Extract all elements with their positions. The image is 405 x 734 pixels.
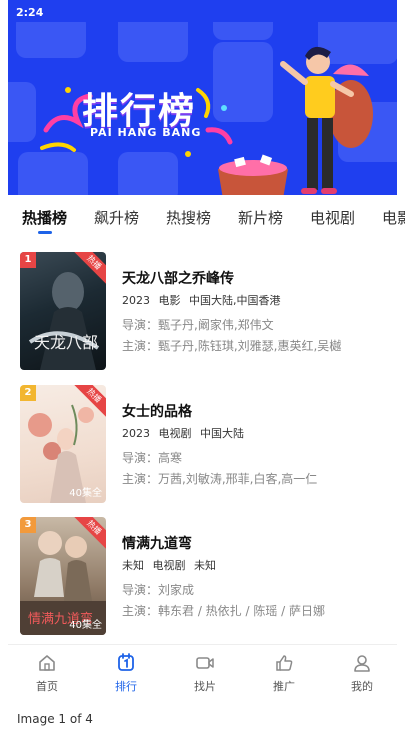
tab-hot-search[interactable]: 热搜榜 [166, 207, 211, 228]
movie-meta: 2023 电影 中国大陆,中国香港 [122, 292, 392, 310]
movie-cast: 主演：韩东君 / 热依扎 / 陈瑶 / 萨日娜 [122, 604, 326, 618]
nav-home-label: 首页 [36, 680, 58, 693]
movie-poster[interactable]: 天龙八部 1 热播 [20, 252, 106, 370]
movie-genre: 电视剧 [152, 559, 186, 572]
movie-info: 女士的品格 2023 电视剧 中国大陆 导演：高寒 主演：万茜,刘敏涛,邢菲,白… [122, 401, 392, 488]
movie-meta: 2023 电视剧 中国大陆 [122, 425, 392, 443]
rank-badge: 2 [20, 385, 36, 401]
movie-region: 未知 [194, 559, 216, 572]
movie-title[interactable]: 情满九道弯 [122, 533, 392, 555]
user-icon [354, 655, 370, 672]
active-tab-indicator [38, 231, 52, 234]
home-icon [39, 655, 55, 671]
movie-cast: 主演：甄子丹,陈钰琪,刘雅瑟,惠英红,吴樾 [122, 339, 342, 353]
nav-find[interactable]: 找片 [175, 653, 235, 694]
movie-list-item[interactable]: 天龙八部 1 热播 天龙八部之乔峰传 2023 电影 中国大陆,中国香港 导演：… [8, 252, 397, 370]
nav-ranking-label: 排行 [115, 680, 137, 693]
nav-home[interactable]: 首页 [17, 653, 77, 694]
movie-director: 导演：甄子丹,阚家伟,郑伟文 [122, 318, 274, 332]
banner-tile [8, 82, 36, 142]
rank-badge: 1 [20, 252, 36, 268]
movie-title[interactable]: 女士的品格 [122, 401, 392, 423]
nav-ranking[interactable]: 排行 [96, 653, 156, 694]
movie-genre: 电影 [158, 294, 181, 307]
status-bar: 2:24 [8, 0, 397, 22]
video-icon [196, 657, 214, 669]
movie-genre: 电视剧 [158, 427, 192, 440]
bottom-nav: 首页 排行 找片 推广 我的 [8, 644, 397, 700]
movie-meta: 未知 电视剧 未知 [122, 557, 392, 575]
movie-cast: 主演：万茜,刘敏涛,邢菲,白客,高一仁 [122, 472, 318, 486]
nav-promote-label: 推广 [273, 680, 295, 693]
movie-director: 导演：刘家成 [122, 583, 195, 597]
tab-tv-series[interactable]: 电视剧 [310, 207, 355, 228]
movie-year: 2023 [122, 294, 150, 307]
tab-hot-play[interactable]: 热播榜 [22, 207, 67, 228]
character-illustration-icon [218, 46, 373, 195]
poster-calligraphy-icon: 天龙八部 [34, 333, 98, 352]
thumbs-up-icon [276, 655, 293, 671]
category-tabs: 热播榜 飙升榜 热搜榜 新片榜 电视剧 电影 [8, 195, 405, 243]
nav-promote[interactable]: 推广 [254, 653, 314, 694]
movie-info: 情满九道弯 未知 电视剧 未知 导演：刘家成 主演：韩东君 / 热依扎 / 陈瑶… [122, 533, 392, 620]
rank-badge: 3 [20, 517, 36, 533]
banner-subtitle: PAI HANG BANG [90, 126, 202, 139]
movie-title[interactable]: 天龙八部之乔峰传 [122, 268, 392, 290]
movie-list-item[interactable]: 2 热播 40集全 女士的品格 2023 电视剧 中国大陆 导演：高寒 主演：万… [8, 385, 397, 503]
status-time: 2:24 [16, 6, 44, 19]
image-caption: Image 1 of 4 [17, 712, 93, 726]
ranking-page: 2:24 排行榜 PAI HANG BANG 热播榜 飙升榜 热搜榜 新片榜 电… [0, 0, 405, 734]
banner-tile [16, 22, 86, 58]
nav-mine-label: 我的 [351, 680, 373, 693]
tab-rising[interactable]: 飙升榜 [94, 207, 139, 228]
movie-region: 中国大陆 [200, 427, 244, 440]
tab-movies[interactable]: 电影 [382, 207, 405, 228]
movie-poster[interactable]: 2 热播 40集全 [20, 385, 106, 503]
nav-find-label: 找片 [194, 680, 216, 693]
banner-tile [118, 22, 188, 62]
movie-info: 天龙八部之乔峰传 2023 电影 中国大陆,中国香港 导演：甄子丹,阚家伟,郑伟… [122, 268, 392, 355]
movie-year: 2023 [122, 427, 150, 440]
tab-new-release[interactable]: 新片榜 [238, 207, 283, 228]
ranking-banner: 排行榜 PAI HANG BANG [8, 22, 397, 195]
movie-list-item[interactable]: 情满九道弯 3 热播 40集全 情满九道弯 未知 电视剧 未知 导演：刘家成 主… [8, 517, 397, 635]
nav-mine[interactable]: 我的 [332, 653, 392, 694]
episode-label: 40集全 [69, 620, 102, 631]
movie-year: 未知 [122, 559, 144, 572]
movie-poster[interactable]: 情满九道弯 3 热播 40集全 [20, 517, 106, 635]
movie-region: 中国大陆,中国香港 [189, 294, 281, 307]
ranking-icon [118, 653, 134, 671]
movie-director: 导演：高寒 [122, 451, 183, 465]
episode-label: 40集全 [69, 488, 102, 499]
